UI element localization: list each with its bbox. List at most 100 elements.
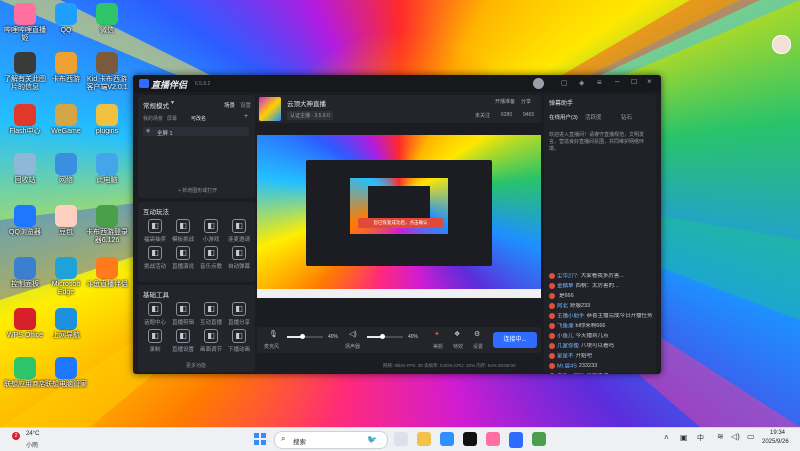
chat-username[interactable]: 阿北 <box>557 303 568 309</box>
tool-button[interactable]: ◧ 自动弹幕 <box>226 246 252 270</box>
start-button[interactable] <box>254 433 266 445</box>
tool-button[interactable]: ◧ 下播动画 <box>226 329 252 353</box>
message-icon[interactable]: ▢ <box>561 79 568 87</box>
desktop-icon[interactable]: 卡布西游登录器6.126 <box>86 205 128 245</box>
desktop-icon[interactable]: 控制面板 <box>4 257 46 289</box>
source-tab[interactable]: 可改名 <box>191 115 206 122</box>
stream-preview[interactable]: 您已恢复成功后，点击确认 <box>257 135 541 298</box>
tool-button[interactable]: ◧ 直播设置 <box>170 329 196 353</box>
desktop-icon[interactable]: WeGame <box>45 104 87 136</box>
desktop-icon[interactable]: 联想电脑管家 <box>45 357 87 389</box>
scene-visibility-icon[interactable]: ◉ <box>146 128 150 134</box>
desktop-icon[interactable]: Flash中心 <box>4 104 46 136</box>
file-explorer-icon[interactable] <box>417 432 431 446</box>
minimize-icon[interactable]: – <box>615 77 619 86</box>
tool-button[interactable]: ◧ 模板挑战 <box>170 219 196 243</box>
tab-settings[interactable]: 设置 <box>240 101 251 109</box>
source-tab[interactable]: 我的场景 <box>143 115 163 122</box>
taskbar-search[interactable]: ⌕ 搜索 🐦 <box>274 431 388 449</box>
maximize-icon[interactable]: ☐ <box>631 78 637 86</box>
chat-username[interactable]: 小鱼儿 <box>557 333 574 339</box>
volume-icon[interactable]: ◁) <box>731 432 740 441</box>
user-avatar[interactable] <box>772 35 791 54</box>
account-avatar[interactable] <box>533 78 544 89</box>
add-icon[interactable]: + <box>244 113 248 120</box>
desktop-icon[interactable]: 斗鱼直播伴侣 <box>86 257 128 289</box>
chat-username[interactable]: 几家你像 <box>557 343 579 349</box>
beauty-icon[interactable]: ✦ <box>434 330 440 338</box>
desktop-icon[interactable]: 微信 <box>86 3 128 35</box>
share-button[interactable]: 分享 <box>521 98 531 105</box>
effects-icon[interactable]: ❖ <box>454 330 460 338</box>
desktop-icon[interactable]: Kid 卡布西游 客户端V2.0.1 <box>86 52 128 92</box>
tool-button[interactable]: ◧ 画面调节 <box>198 329 224 353</box>
settings-icon[interactable]: ⚙ <box>474 330 480 338</box>
desktop-icon[interactable]: QQ浏览器 <box>4 205 46 237</box>
desktop-icon[interactable]: 回收站 <box>4 153 46 185</box>
desktop-icon[interactable]: 卡布西游 <box>45 52 87 84</box>
tool-button[interactable]: ◧ 连麦邀请 <box>226 219 252 243</box>
tiktok-icon[interactable] <box>463 432 477 446</box>
mic-volume-slider[interactable] <box>287 334 323 339</box>
gift-icon[interactable]: ◈ <box>579 79 584 87</box>
effects-label[interactable]: 特效 <box>453 343 463 350</box>
desktop-icon[interactable]: 网络 <box>45 153 87 185</box>
tool-button[interactable]: ◧ 小游戏 <box>198 219 224 243</box>
wifi-icon[interactable]: ≋ <box>717 432 724 441</box>
chat-tab[interactable]: 在线用户(3) <box>549 113 578 121</box>
tool-button[interactable]: ◧ 音乐点歌 <box>198 246 224 270</box>
tray-chevron-icon[interactable]: ˄ <box>664 433 669 442</box>
desktop-icon[interactable]: WPS Office <box>4 308 46 340</box>
speaker-volume-slider[interactable] <box>367 334 403 339</box>
add-source-link[interactable]: + 新增图形或打开 <box>178 187 217 194</box>
chat-tab[interactable]: 活跃度 <box>585 113 602 121</box>
chat-username[interactable]: 主播小助手 <box>557 313 585 319</box>
tool-button[interactable]: ◧ 互动直播 <box>198 302 224 326</box>
chat-tab[interactable]: 钻石 <box>621 113 632 121</box>
desktop-icon[interactable]: 上网导航 <box>45 308 87 340</box>
desktop-icon[interactable]: 联想应用商店 <box>4 357 46 389</box>
speaker-icon[interactable]: ◁) <box>349 330 357 338</box>
weather-widget[interactable]: 2 24°C 小雨 <box>8 429 48 450</box>
microphone-icon[interactable]: 🎙 <box>269 330 278 338</box>
battery-icon[interactable]: ▭ <box>747 432 755 441</box>
close-icon[interactable]: × <box>647 77 652 86</box>
menu-icon[interactable]: ≡ <box>597 78 602 87</box>
tray-app-icon[interactable]: ▣ <box>680 433 688 442</box>
desktop-icon[interactable]: 了解有关此图片的信息 <box>4 52 46 92</box>
tray-chinese-input-icon[interactable]: 中 <box>697 433 704 443</box>
chat-username[interactable]: 星星不 <box>557 353 574 359</box>
scene-item[interactable]: ◉ 全屏 1 <box>143 127 249 137</box>
clock-date[interactable]: 2025/9/26 <box>762 439 789 445</box>
clock-time[interactable]: 19:34 <box>770 430 785 436</box>
task-view-icon[interactable] <box>394 432 408 446</box>
tab-scene[interactable]: 场景 <box>224 101 235 109</box>
source-tab[interactable]: 屏幕 <box>167 115 177 122</box>
desktop-icon[interactable]: QQ <box>45 3 87 35</box>
chat-username[interactable]: 尘华277: <box>557 273 579 279</box>
desktop-icon[interactable]: 哔哩哔哩直播姬 <box>4 3 46 43</box>
stream-title[interactable]: 云顶大神直播 <box>287 98 326 108</box>
chat-username[interactable]: Mr.晨4S <box>557 363 577 369</box>
bilibili-taskbar-icon[interactable] <box>486 432 500 446</box>
browser-icon[interactable] <box>440 432 454 446</box>
tool-button[interactable]: ◧ 录制 <box>142 329 168 353</box>
tool-button[interactable]: ◧ 挑战活动 <box>142 246 168 270</box>
stream-tag[interactable]: 认证主播 · 3.5.9.0 <box>287 111 333 120</box>
tool-button[interactable]: ◧ 话题中心 <box>142 302 168 326</box>
chat-username[interactable]: 老鱼一定服 <box>557 373 585 374</box>
desktop-icon[interactable]: 此电脑 <box>86 153 128 185</box>
go-live-button[interactable]: 连接中... <box>493 332 537 348</box>
tool-button[interactable]: ◧ 直播演说 <box>170 246 196 270</box>
tool-button[interactable]: ◧ 直播剪辑 <box>170 302 196 326</box>
chevron-down-icon[interactable]: ▼ <box>170 100 175 106</box>
desktop-icon[interactable]: Microsoft Edge <box>45 257 87 297</box>
desktop-icon[interactable]: plugins <box>86 104 128 136</box>
settings-label[interactable]: 设置 <box>473 343 483 350</box>
beauty-label[interactable]: 美颜 <box>433 343 443 350</box>
chat-username[interactable]: 飞鱼潮 <box>557 323 574 329</box>
stream-cover-thumbnail[interactable] <box>259 97 281 121</box>
live-companion-taskbar-icon[interactable] <box>509 432 523 448</box>
game-taskbar-icon[interactable] <box>532 432 546 446</box>
chat-username[interactable]: 金鳞草 <box>557 283 574 289</box>
